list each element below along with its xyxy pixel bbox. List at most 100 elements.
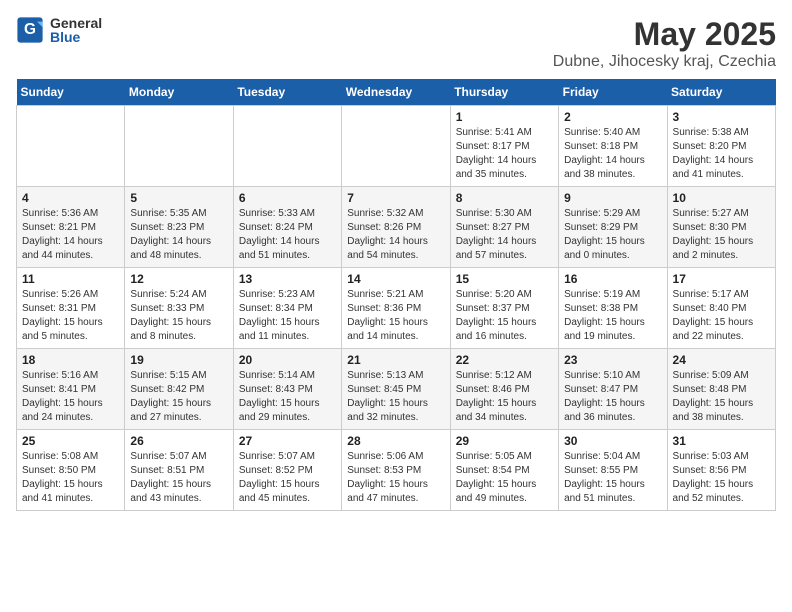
header-thursday: Thursday [450, 79, 558, 106]
calendar-cell: 24 Sunrise: 5:09 AM Sunset: 8:48 PM Dayli… [667, 349, 775, 430]
day-number: 27 [239, 434, 336, 448]
day-number: 1 [456, 110, 553, 124]
day-number: 5 [130, 191, 227, 205]
header-monday: Monday [125, 79, 233, 106]
calendar-cell: 14Sunrise: 5:21 AM Sunset: 8:36 PM Dayli… [342, 268, 450, 349]
day-info: Sunrise: 5:19 AM Sunset: 8:38 PM Dayligh… [564, 288, 661, 344]
day-info: Sunrise: 5:15 AM Sunset: 8:42 PM Dayligh… [130, 369, 227, 425]
day-info: Sunrise: 5:38 AM Sunset: 8:20 PM Dayligh… [673, 126, 770, 182]
calendar-cell: 6Sunrise: 5:33 AM Sunset: 8:24 PM Daylig… [233, 187, 341, 268]
day-info: Sunrise: 5:12 AM Sunset: 8:46 PM Dayligh… [456, 369, 553, 425]
day-info: Sunrise: 5:29 AM Sunset: 8:29 PM Dayligh… [564, 207, 661, 263]
calendar-cell [125, 106, 233, 187]
header-wednesday: Wednesday [342, 79, 450, 106]
day-number: 13 [239, 272, 336, 286]
calendar-header: SundayMondayTuesdayWednesdayThursdayFrid… [17, 79, 776, 106]
day-info: Sunrise: 5:08 AM Sunset: 8:50 PM Dayligh… [22, 450, 119, 506]
day-number: 10 [673, 191, 770, 205]
day-number: 26 [130, 434, 227, 448]
day-info: Sunrise: 5:36 AM Sunset: 8:21 PM Dayligh… [22, 207, 119, 263]
calendar-subtitle: Dubne, Jihocesky kraj, Czechia [553, 53, 776, 71]
calendar-cell: 28 Sunrise: 5:06 AM Sunset: 8:53 PM Dayli… [342, 430, 450, 511]
day-number: 25 [22, 434, 119, 448]
day-number: 12 [130, 272, 227, 286]
day-number: 30 [564, 434, 661, 448]
calendar-body: 1 Sunrise: 5:41 AM Sunset: 8:17 PM Daylig… [17, 106, 776, 511]
calendar-cell: 9 Sunrise: 5:29 AM Sunset: 8:29 PM Daylig… [559, 187, 667, 268]
header-tuesday: Tuesday [233, 79, 341, 106]
day-number: 11 [22, 272, 119, 286]
calendar-cell: 22 Sunrise: 5:12 AM Sunset: 8:46 PM Dayli… [450, 349, 558, 430]
day-number: 29 [456, 434, 553, 448]
day-number: 16 [564, 272, 661, 286]
day-info: Sunrise: 5:35 AM Sunset: 8:23 PM Dayligh… [130, 207, 227, 263]
logo: G General Blue [16, 16, 102, 44]
day-number: 18 [22, 353, 119, 367]
calendar-cell: 23Sunrise: 5:10 AM Sunset: 8:47 PM Dayli… [559, 349, 667, 430]
day-number: 21 [347, 353, 444, 367]
header-saturday: Saturday [667, 79, 775, 106]
calendar-week-row: 25 Sunrise: 5:08 AM Sunset: 8:50 PM Dayli… [17, 430, 776, 511]
day-info: Sunrise: 5:03 AM Sunset: 8:56 PM Dayligh… [673, 450, 770, 506]
day-number: 19 [130, 353, 227, 367]
calendar-cell: 21 Sunrise: 5:13 AM Sunset: 8:45 PM Dayli… [342, 349, 450, 430]
day-number: 22 [456, 353, 553, 367]
calendar-week-row: 4 Sunrise: 5:36 AM Sunset: 8:21 PM Daylig… [17, 187, 776, 268]
calendar-week-row: 18 Sunrise: 5:16 AM Sunset: 8:41 PM Dayli… [17, 349, 776, 430]
logo-text: General Blue [50, 16, 102, 44]
calendar-cell: 27 Sunrise: 5:07 AM Sunset: 8:52 PM Dayli… [233, 430, 341, 511]
calendar-cell: 5 Sunrise: 5:35 AM Sunset: 8:23 PM Daylig… [125, 187, 233, 268]
calendar-cell: 26 Sunrise: 5:07 AM Sunset: 8:51 PM Dayli… [125, 430, 233, 511]
calendar-table: SundayMondayTuesdayWednesdayThursdayFrid… [16, 79, 776, 511]
svg-text:G: G [24, 21, 36, 38]
day-number: 20 [239, 353, 336, 367]
day-number: 14 [347, 272, 444, 286]
calendar-cell: 3Sunrise: 5:38 AM Sunset: 8:20 PM Daylig… [667, 106, 775, 187]
calendar-cell [233, 106, 341, 187]
day-info: Sunrise: 5:16 AM Sunset: 8:41 PM Dayligh… [22, 369, 119, 425]
day-info: Sunrise: 5:30 AM Sunset: 8:27 PM Dayligh… [456, 207, 553, 263]
day-info: Sunrise: 5:13 AM Sunset: 8:45 PM Dayligh… [347, 369, 444, 425]
day-info: Sunrise: 5:07 AM Sunset: 8:51 PM Dayligh… [130, 450, 227, 506]
day-info: Sunrise: 5:09 AM Sunset: 8:48 PM Dayligh… [673, 369, 770, 425]
calendar-cell: 1 Sunrise: 5:41 AM Sunset: 8:17 PM Daylig… [450, 106, 558, 187]
calendar-cell [342, 106, 450, 187]
day-number: 2 [564, 110, 661, 124]
day-number: 6 [239, 191, 336, 205]
header-sunday: Sunday [17, 79, 125, 106]
logo-icon: G [16, 16, 44, 44]
header-friday: Friday [559, 79, 667, 106]
day-info: Sunrise: 5:27 AM Sunset: 8:30 PM Dayligh… [673, 207, 770, 263]
day-info: Sunrise: 5:14 AM Sunset: 8:43 PM Dayligh… [239, 369, 336, 425]
page-header: G General Blue May 2025 Dubne, Jihocesky… [16, 16, 776, 71]
day-info: Sunrise: 5:17 AM Sunset: 8:40 PM Dayligh… [673, 288, 770, 344]
calendar-week-row: 11Sunrise: 5:26 AM Sunset: 8:31 PM Dayli… [17, 268, 776, 349]
calendar-cell: 16 Sunrise: 5:19 AM Sunset: 8:38 PM Dayli… [559, 268, 667, 349]
title-section: May 2025 Dubne, Jihocesky kraj, Czechia [553, 16, 776, 71]
calendar-cell: 30Sunrise: 5:04 AM Sunset: 8:55 PM Dayli… [559, 430, 667, 511]
day-info: Sunrise: 5:20 AM Sunset: 8:37 PM Dayligh… [456, 288, 553, 344]
calendar-cell: 8Sunrise: 5:30 AM Sunset: 8:27 PM Daylig… [450, 187, 558, 268]
day-number: 15 [456, 272, 553, 286]
calendar-cell: 10 Sunrise: 5:27 AM Sunset: 8:30 PM Dayli… [667, 187, 775, 268]
day-info: Sunrise: 5:06 AM Sunset: 8:53 PM Dayligh… [347, 450, 444, 506]
calendar-cell: 15 Sunrise: 5:20 AM Sunset: 8:37 PM Dayli… [450, 268, 558, 349]
day-number: 4 [22, 191, 119, 205]
day-info: Sunrise: 5:32 AM Sunset: 8:26 PM Dayligh… [347, 207, 444, 263]
day-info: Sunrise: 5:05 AM Sunset: 8:54 PM Dayligh… [456, 450, 553, 506]
calendar-cell: 25 Sunrise: 5:08 AM Sunset: 8:50 PM Dayli… [17, 430, 125, 511]
calendar-title: May 2025 [553, 16, 776, 53]
header-row: SundayMondayTuesdayWednesdayThursdayFrid… [17, 79, 776, 106]
calendar-cell: 29 Sunrise: 5:05 AM Sunset: 8:54 PM Dayli… [450, 430, 558, 511]
calendar-cell: 11Sunrise: 5:26 AM Sunset: 8:31 PM Dayli… [17, 268, 125, 349]
day-info: Sunrise: 5:07 AM Sunset: 8:52 PM Dayligh… [239, 450, 336, 506]
logo-general-text: General [50, 16, 102, 30]
day-info: Sunrise: 5:24 AM Sunset: 8:33 PM Dayligh… [130, 288, 227, 344]
day-number: 28 [347, 434, 444, 448]
day-number: 31 [673, 434, 770, 448]
day-number: 9 [564, 191, 661, 205]
day-info: Sunrise: 5:41 AM Sunset: 8:17 PM Dayligh… [456, 126, 553, 182]
day-number: 24 [673, 353, 770, 367]
logo-blue-text: Blue [50, 30, 102, 44]
calendar-week-row: 1 Sunrise: 5:41 AM Sunset: 8:17 PM Daylig… [17, 106, 776, 187]
